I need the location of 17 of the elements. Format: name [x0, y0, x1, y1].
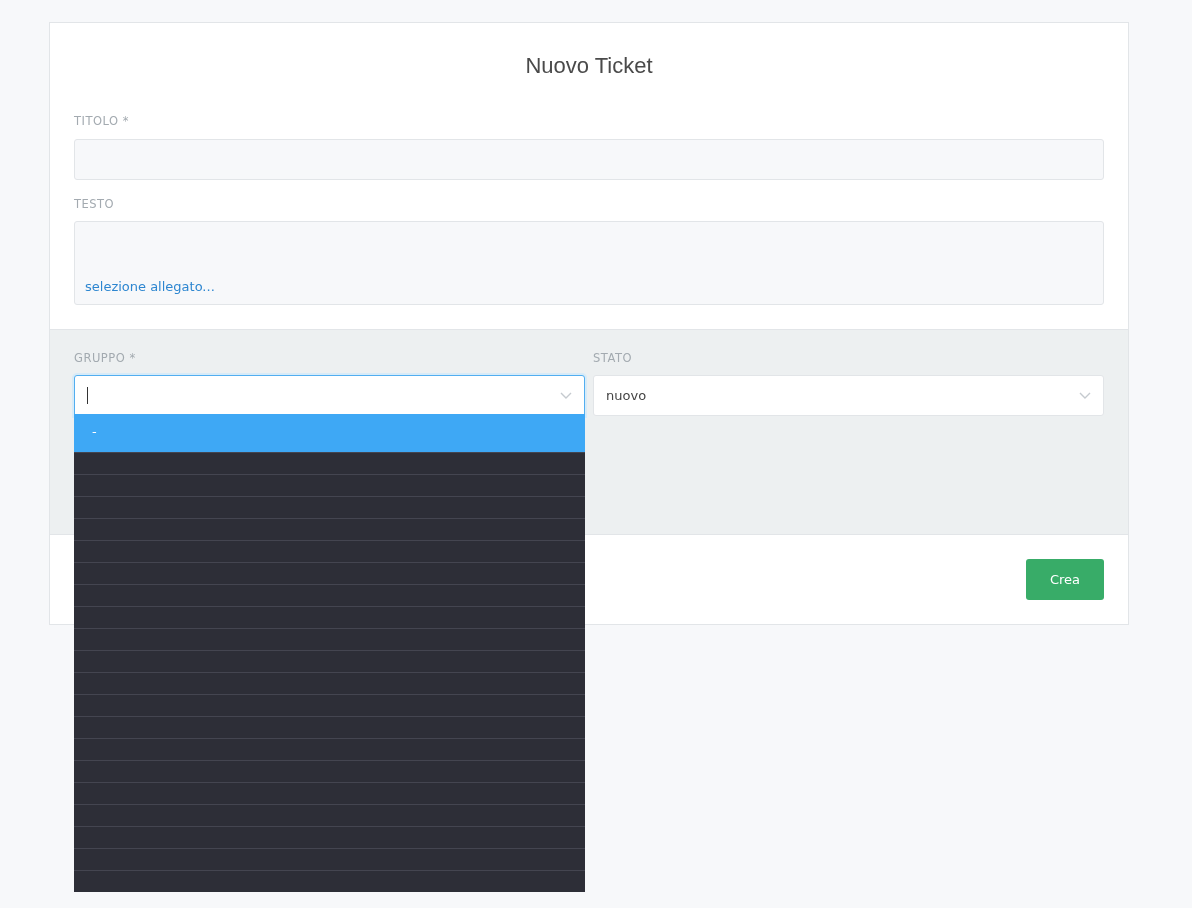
dropdown-option[interactable] — [74, 870, 585, 893]
attachment-link[interactable]: selezione allegato... — [85, 277, 215, 297]
chevron-down-icon — [1079, 391, 1091, 400]
field-label: GRUPPO * — [74, 349, 137, 367]
field-label: TESTO — [74, 195, 116, 213]
select-field[interactable]: nuovo — [593, 375, 1104, 417]
create-button[interactable]: Crea — [1026, 558, 1104, 600]
text-cursor — [87, 387, 88, 405]
input-field[interactable] — [74, 138, 1104, 180]
text-area[interactable]: selezione allegato... — [74, 220, 1104, 305]
dropdown-option[interactable]: - — [74, 414, 585, 453]
chevron-down-icon — [560, 391, 572, 400]
field-label: STATO — [593, 349, 633, 367]
select-value: nuovo — [606, 386, 647, 405]
form-title: Nuovo Ticket — [524, 52, 654, 80]
field-label: TITOLO * — [74, 113, 130, 131]
select-field[interactable] — [74, 375, 585, 417]
